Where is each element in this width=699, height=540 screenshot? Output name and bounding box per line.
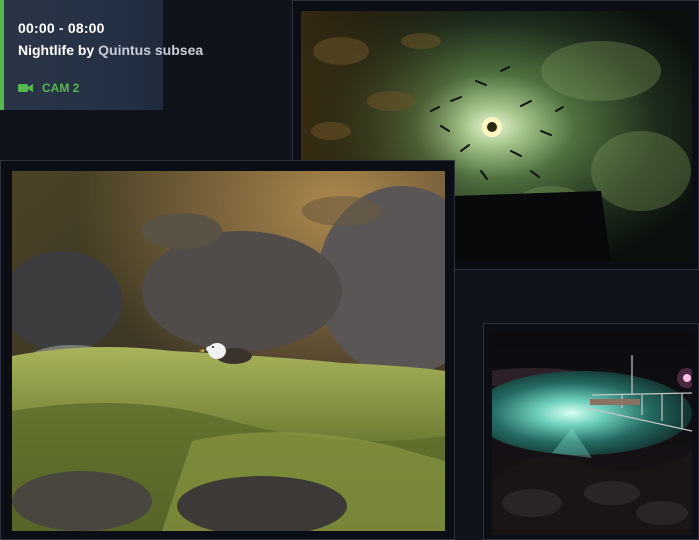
photo-pier-frame[interactable] bbox=[483, 323, 699, 540]
photo-pier bbox=[492, 333, 692, 535]
camera-info-card: 00:00 - 08:00 Nightlife by Quintus subse… bbox=[0, 0, 203, 110]
photo-bird-frame[interactable] bbox=[0, 160, 455, 540]
stream-title-lead: Nightlife by bbox=[18, 42, 95, 58]
photo-bird bbox=[12, 171, 445, 531]
camera-label: CAM 2 bbox=[42, 81, 80, 95]
stream-title-tail: Quintus subsea bbox=[98, 42, 204, 58]
camera-link[interactable]: CAM 2 bbox=[18, 81, 79, 95]
time-range: 00:00 - 08:00 bbox=[18, 20, 105, 36]
stream-title: Nightlife by Quintus subsea bbox=[18, 42, 203, 58]
video-camera-icon bbox=[18, 82, 34, 94]
